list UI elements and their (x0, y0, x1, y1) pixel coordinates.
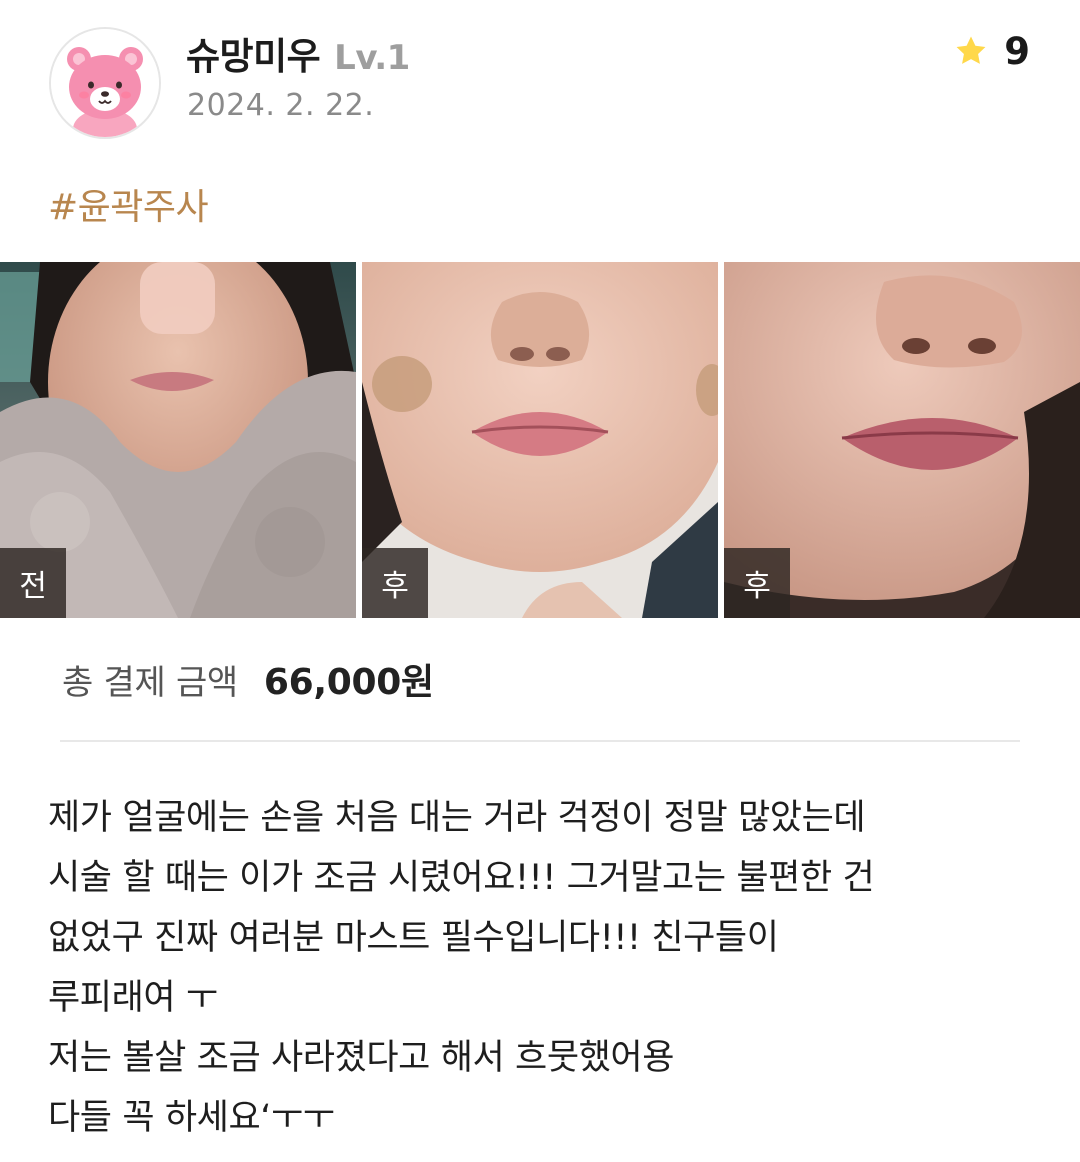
divider (60, 740, 1020, 742)
author-level-badge: Lv.1 (334, 38, 410, 78)
review-line: 다들 꼭 하세요‘ㅜㅜ (48, 1098, 335, 1138)
review-line: 저는 볼살 조금 사라졌다고 해서 흐뭇했어용 (48, 1038, 675, 1078)
after-tag-1: 후 (362, 548, 428, 618)
after-tag-2: 후 (724, 548, 790, 618)
review-body: 제가 얼굴에는 손을 처음 대는 거라 걱정이 정말 많았는데 시술 할 때는 … (48, 788, 1038, 1148)
photo-gallery: 전 후 후 (0, 262, 1080, 618)
review-line: 없었구 진짜 여러분 마스트 필수입니다!!! 친구들이 (48, 918, 779, 958)
author-row: 슈망미우 Lv.1 (186, 26, 410, 78)
after-photo-1[interactable]: 후 (362, 262, 718, 618)
rating-value: 9 (1004, 29, 1030, 73)
pink-bear-avatar-icon (51, 29, 159, 137)
review-date: 2024. 2. 22. (187, 88, 375, 123)
payment-row: 총 결제 금액 66,000원 (62, 654, 434, 704)
after-photo-2[interactable]: 후 (724, 262, 1080, 618)
payment-amount: 66,000원 (263, 662, 434, 703)
review-line: 루피래여 ㅜ (48, 978, 218, 1018)
before-tag: 전 (0, 548, 66, 618)
before-photo[interactable]: 전 (0, 262, 356, 618)
avatar[interactable] (49, 27, 161, 139)
author-name[interactable]: 슈망미우 (186, 26, 321, 80)
rating: 9 (954, 28, 1030, 74)
hashtag-link[interactable]: #윤곽주사 (48, 178, 209, 230)
payment-label: 총 결제 금액 (62, 662, 238, 703)
review-line: 시술 할 때는 이가 조금 시렸어요!!! 그거말고는 불편한 건 (48, 858, 875, 898)
star-icon (956, 36, 986, 64)
review-line: 제가 얼굴에는 손을 처음 대는 거라 걱정이 정말 많았는데 (48, 798, 866, 838)
